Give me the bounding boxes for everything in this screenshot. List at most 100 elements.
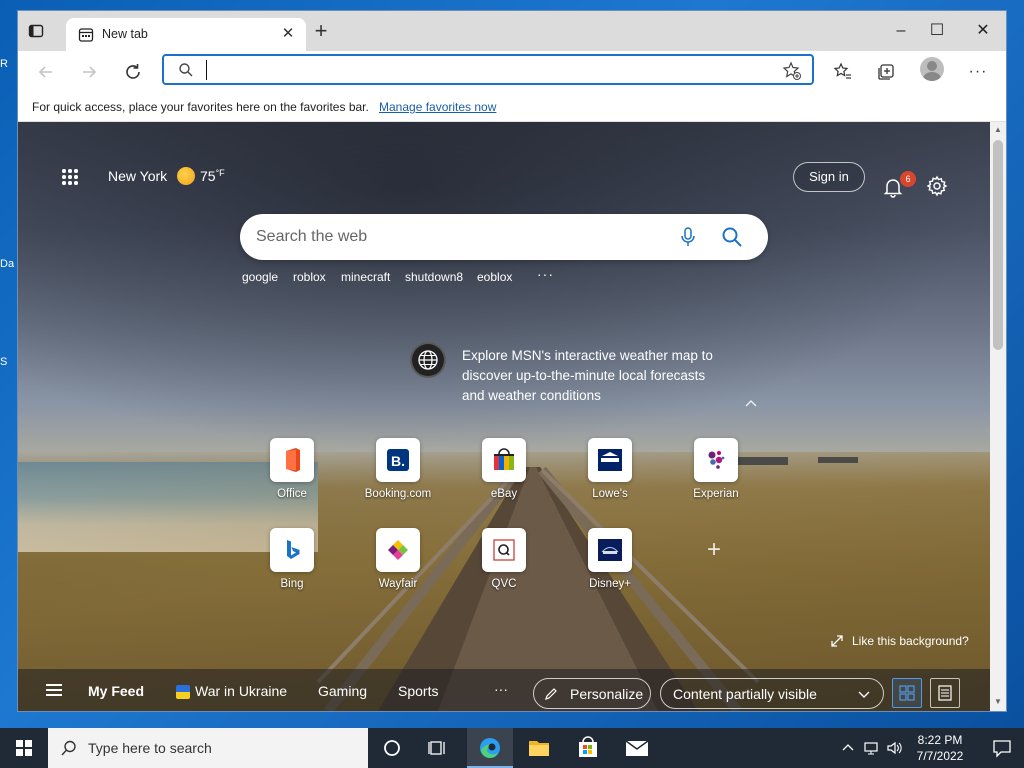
notification-count-badge: 6 [900, 171, 916, 187]
new-tab-button[interactable]: + [312, 20, 330, 42]
sign-in-button[interactable]: Sign in [793, 162, 865, 192]
cortana-button[interactable] [369, 728, 415, 768]
page-settings-gear-icon[interactable] [926, 175, 948, 197]
taskbar-search-placeholder: Type here to search [88, 740, 212, 756]
tab-title: New tab [102, 27, 148, 41]
manage-favorites-link[interactable]: Manage favorites now [379, 100, 496, 114]
address-input[interactable] [206, 60, 766, 80]
apps-grid-icon[interactable] [62, 169, 80, 187]
edge-taskbar-icon[interactable] [467, 728, 513, 768]
svg-text:B.: B. [391, 453, 405, 469]
sunny-weather-icon [177, 167, 195, 185]
maximize-button[interactable]: ☐ [927, 21, 947, 41]
quick-link-label: Office [277, 488, 307, 500]
collections-button[interactable] [873, 59, 899, 85]
task-view-button[interactable] [415, 728, 461, 768]
quick-link-label: Experian [693, 488, 739, 500]
scroll-down-arrow-icon[interactable]: ▼ [994, 698, 1002, 706]
refresh-button[interactable] [120, 59, 146, 85]
pencil-icon [544, 687, 558, 701]
feed-tab-sports[interactable]: Sports [398, 683, 438, 699]
favorites-button[interactable] [830, 59, 856, 85]
back-button[interactable] [33, 59, 59, 85]
quick-link-label: Wayfair [378, 578, 418, 590]
weather-location[interactable]: New York [108, 168, 167, 184]
trending-search-link[interactable]: google [242, 270, 278, 284]
temperature-value: 75 [200, 168, 216, 184]
collapse-chevron-up-icon[interactable] [744, 398, 758, 408]
windows-taskbar: Type here to search 8:22 PM 7/7/2022 [0, 728, 1024, 768]
network-icon[interactable] [863, 740, 879, 756]
scroll-up-arrow-icon[interactable]: ▲ [994, 126, 1002, 134]
quick-link-office[interactable]: Office [252, 438, 332, 500]
clock-time: 8:22 PM [917, 733, 963, 747]
temperature-unit: °F [215, 168, 225, 178]
booking-icon: B. [376, 438, 420, 482]
quick-link-disney-plus[interactable]: Disney+ [570, 528, 650, 590]
minimize-button[interactable]: – [891, 21, 911, 41]
quick-link-experian[interactable]: Experian [676, 438, 756, 500]
quick-link-wayfair[interactable]: Wayfair [358, 528, 438, 590]
bing-icon [270, 528, 314, 572]
add-favorite-icon[interactable] [782, 61, 802, 81]
list-layout-button[interactable] [930, 678, 960, 708]
add-quick-link-button[interactable]: + [704, 538, 724, 562]
forward-button[interactable] [76, 59, 102, 85]
start-button[interactable] [0, 728, 48, 768]
quick-link-ebay[interactable]: eBay [464, 438, 544, 500]
volume-icon[interactable] [886, 740, 902, 756]
tab-close-icon[interactable]: ✕ [280, 26, 296, 42]
background-boardwalk [316, 457, 858, 711]
trending-search-link[interactable]: roblox [293, 270, 326, 284]
new-tab-page: New York 75°F Sign in 6 google roblox mi… [18, 122, 990, 711]
trending-search-link[interactable]: eoblox [477, 270, 512, 284]
quick-link-qvc[interactable]: QVC [464, 528, 544, 590]
show-hidden-icons-chevron-icon[interactable] [840, 740, 856, 756]
trending-more-button[interactable]: ··· [537, 266, 554, 282]
web-search-input[interactable] [256, 226, 656, 248]
feed-tab-war-in-ukraine[interactable]: War in Ukraine [195, 683, 287, 699]
address-bar[interactable] [162, 54, 814, 85]
settings-more-button[interactable]: ··· [965, 59, 991, 85]
microphone-icon[interactable] [678, 226, 698, 248]
feed-navigation-bar: My Feed War in Ukraine Gaming Sports ···… [18, 669, 990, 711]
globe-icon[interactable] [410, 342, 446, 378]
lowes-icon [588, 438, 632, 482]
file-explorer-icon[interactable] [516, 728, 562, 768]
content-visibility-dropdown[interactable]: Content partially visible [660, 678, 884, 709]
expand-diagonal-arrow-icon[interactable] [830, 634, 844, 648]
web-search-box[interactable] [240, 214, 768, 260]
feed-tab-my-feed[interactable]: My Feed [88, 683, 144, 699]
tab-new-tab[interactable]: New tab ✕ [66, 18, 306, 51]
feed-tab-gaming[interactable]: Gaming [318, 683, 367, 699]
quick-link-lowes[interactable]: Lowe's [570, 438, 650, 500]
profile-avatar[interactable] [920, 57, 944, 81]
hamburger-menu-icon[interactable] [46, 684, 62, 696]
new-tab-page-icon [78, 27, 94, 43]
tab-actions-icon[interactable] [28, 23, 44, 39]
wayfair-icon [376, 528, 420, 572]
trending-search-link[interactable]: shutdown8 [405, 270, 463, 284]
personalize-button[interactable]: Personalize [533, 678, 651, 709]
taskbar-clock[interactable]: 8:22 PM 7/7/2022 [902, 732, 978, 764]
scrollbar-thumb[interactable] [993, 140, 1003, 350]
feed-more-button[interactable]: ··· [494, 681, 508, 697]
weather-temperature[interactable]: 75°F [200, 168, 225, 184]
close-window-button[interactable]: ✕ [973, 21, 993, 41]
page-scrollbar[interactable]: ▲ ▼ [990, 122, 1006, 711]
quick-link-booking[interactable]: B. Booking.com [358, 438, 438, 500]
personalize-label: Personalize [570, 686, 644, 702]
taskbar-search-box[interactable]: Type here to search [48, 728, 368, 768]
qvc-icon [482, 528, 526, 572]
quick-link-bing[interactable]: Bing [252, 528, 332, 590]
mail-icon[interactable] [614, 728, 660, 768]
desktop-icon-label: R [0, 58, 8, 70]
microsoft-store-icon[interactable] [565, 728, 611, 768]
quick-link-label: Disney+ [589, 578, 631, 590]
trending-search-link[interactable]: minecraft [341, 270, 390, 284]
grid-layout-button[interactable] [892, 678, 922, 708]
action-center-icon[interactable] [980, 728, 1024, 768]
like-background-link[interactable]: Like this background? [852, 634, 969, 648]
weather-map-promo[interactable]: Explore MSN's interactive weather map to… [462, 346, 722, 406]
web-search-icon[interactable] [721, 226, 743, 248]
